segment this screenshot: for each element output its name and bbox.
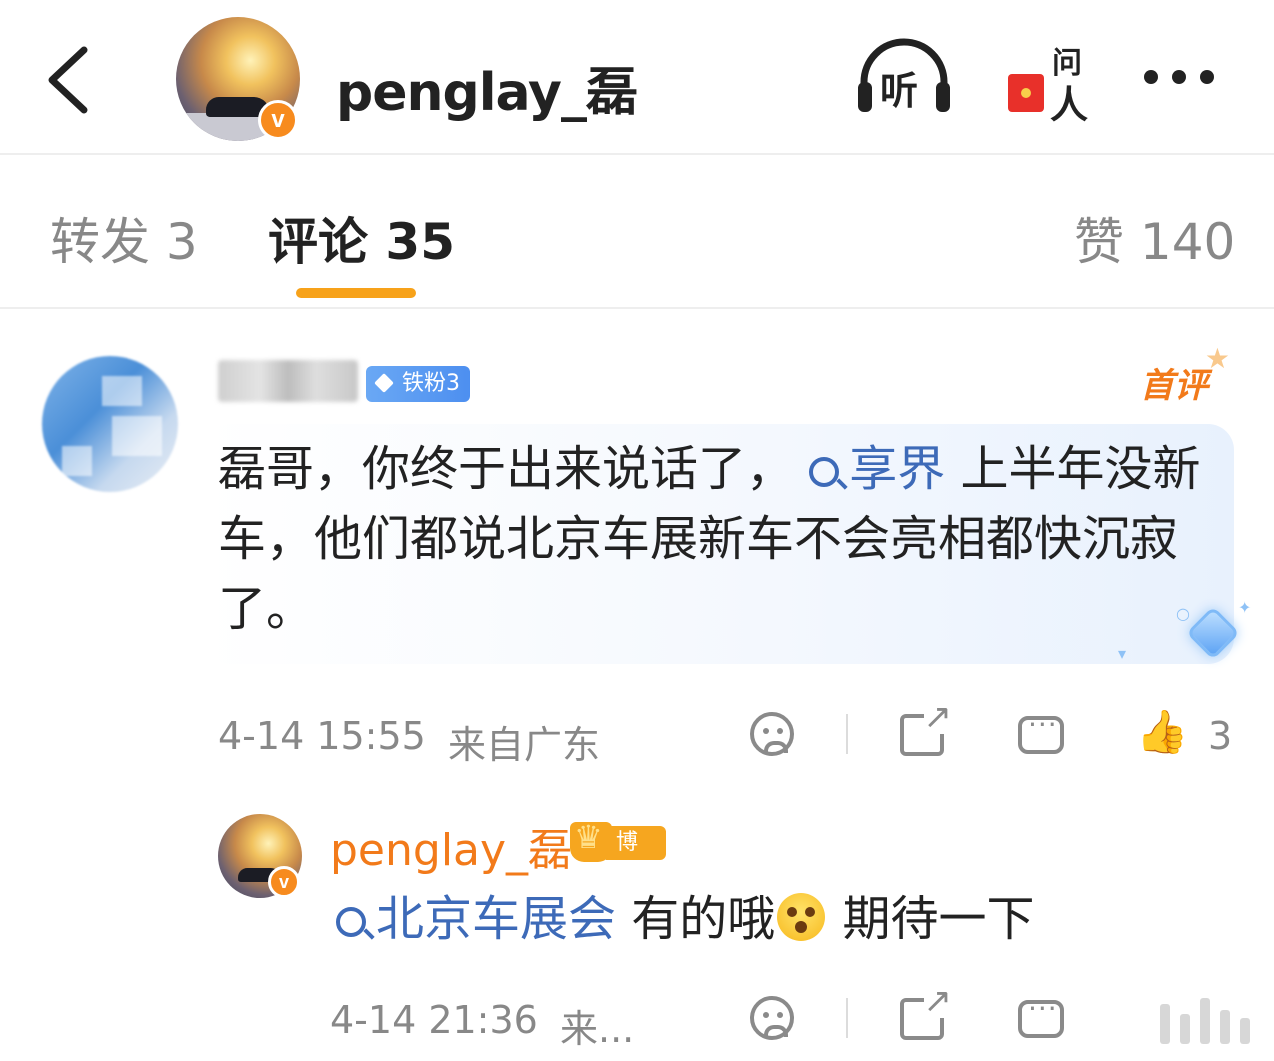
share-icon: [900, 700, 952, 756]
tab-likes[interactable]: 赞 140: [1074, 202, 1235, 274]
active-tab-indicator: [296, 288, 416, 298]
topic-label: 享界: [849, 441, 946, 497]
tab-bar: 转发 3 评论 35 赞 140: [0, 157, 1274, 309]
reply-timestamp: 4-14 21:36: [330, 998, 538, 1042]
diamond-decoration-icon: [1182, 604, 1242, 664]
ask-button[interactable]: 问 人: [1004, 36, 1090, 127]
comment-timestamp: 4-14 15:55: [218, 714, 426, 758]
search-icon: [809, 457, 840, 487]
watermark: [1160, 994, 1270, 1054]
reply-author-name[interactable]: penglay_磊: [330, 814, 572, 878]
dislike-face-icon: [750, 996, 794, 1040]
share-button[interactable]: [900, 700, 952, 756]
divider: [846, 714, 848, 754]
more-dots-icon: [1144, 70, 1158, 84]
tab-comments[interactable]: 评论 35: [268, 202, 455, 274]
sparkle-icon: ▾: [1118, 644, 1127, 663]
comment-icon: [1018, 708, 1064, 754]
reply-text: 北京车展会 有的哦 期待一下: [336, 886, 1035, 952]
comment-text-part1: 磊哥，你终于出来说话了，: [218, 441, 795, 497]
reply-text-part2: 期待一下: [827, 891, 1035, 947]
commenter-name-blurred[interactable]: [218, 360, 358, 402]
topic-link[interactable]: 享界: [809, 441, 945, 497]
reply-text-part1: 有的哦: [616, 891, 776, 947]
blogger-badge-label: 博主: [606, 826, 666, 889]
tab-reposts[interactable]: 转发 3: [50, 202, 198, 274]
topic-link[interactable]: 北京车展会: [336, 891, 616, 947]
commenter-avatar[interactable]: [42, 356, 178, 492]
topic-label: 北京车展会: [376, 891, 617, 947]
search-icon: [336, 907, 366, 937]
first-comment-badge: 首评: [1140, 342, 1230, 407]
dislike-face-icon: [750, 712, 794, 756]
sparkle-icon: ✦: [1238, 598, 1252, 617]
back-button[interactable]: [40, 40, 100, 120]
chevron-left-icon: [48, 46, 88, 114]
comment-text: 磊哥，你终于出来说话了， 享界 上半年没新车，他们都说北京车展新车不会亮相都快沉…: [218, 434, 1208, 644]
reply-button[interactable]: [1018, 992, 1064, 1038]
verified-badge: v: [258, 100, 298, 140]
fan-level-badge: 铁粉3: [366, 366, 470, 402]
listen-button[interactable]: 听: [856, 38, 952, 118]
dislike-button[interactable]: [750, 712, 794, 756]
surprised-face-emoji-icon: [777, 893, 826, 941]
sparkle-icon: ○: [1176, 604, 1190, 623]
dislike-button[interactable]: [750, 996, 794, 1040]
listen-label: 听: [880, 69, 919, 113]
top-bar: v penglay_磊 听 问 人: [0, 0, 1274, 155]
blogger-badge: 博主: [570, 818, 666, 889]
ask-label-bottom: 人: [1050, 83, 1089, 127]
thumbs-up-icon: 👍: [1136, 707, 1189, 756]
reply-location: 来...: [560, 1007, 635, 1051]
comment-location: 来自广东: [448, 723, 601, 767]
share-icon: [900, 984, 952, 1040]
reply-button[interactable]: [1018, 708, 1064, 754]
divider: [846, 998, 848, 1038]
share-button[interactable]: [900, 984, 952, 1040]
red-envelope-icon: [1008, 74, 1044, 112]
like-count: 3: [1208, 714, 1233, 758]
verified-badge: v: [268, 866, 300, 898]
comment-icon: [1018, 992, 1064, 1038]
author-name[interactable]: penglay_磊: [336, 50, 638, 125]
like-button[interactable]: 👍: [1136, 710, 1188, 754]
more-options-button[interactable]: [1140, 66, 1220, 90]
